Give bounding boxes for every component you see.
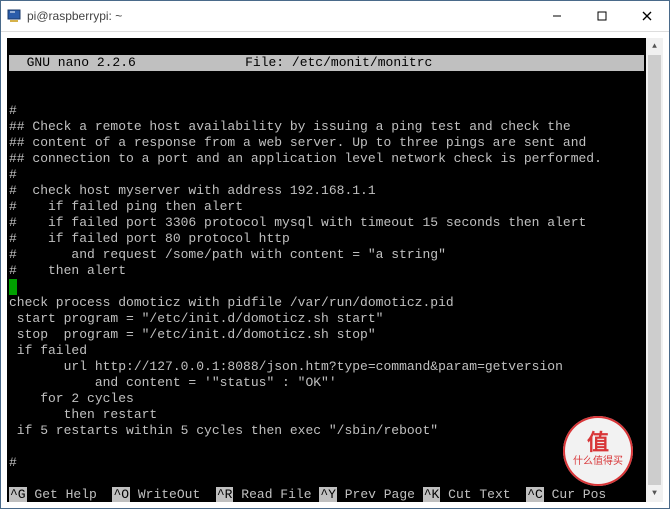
code-line: ## Check a remote host availability by i… — [9, 119, 571, 134]
watermark-small: 什么值得买 — [573, 454, 623, 470]
code-line: ## content of a response from a web serv… — [9, 135, 586, 150]
code-line: for 2 cycles — [9, 391, 134, 406]
close-button[interactable] — [624, 1, 669, 31]
shortcut-label: Get Help — [27, 487, 113, 502]
code-line: # and request /some/path with content = … — [9, 247, 446, 262]
shortcut-key: ^R — [216, 487, 234, 502]
nano-version: GNU nano 2.2.6 — [9, 55, 153, 71]
shortcut-label: Cut Text — [440, 487, 526, 502]
cursor — [9, 279, 17, 295]
terminal-window: pi@raspberrypi: ~ GNU nano 2.2.6 File: /… — [0, 0, 670, 509]
shortcut-label: Prev Page — [337, 487, 423, 502]
window-titlebar: pi@raspberrypi: ~ — [1, 1, 669, 32]
watermark-badge: 值 什么值得买 — [563, 416, 633, 486]
scroll-thumb[interactable] — [648, 55, 661, 485]
scroll-up-button[interactable]: ▲ — [646, 38, 663, 55]
nano-shortcuts: ^G Get Help ^O WriteOut ^R Read File ^Y … — [9, 487, 644, 502]
maximize-button[interactable] — [579, 1, 624, 31]
code-line: if 5 restarts within 5 cycles then exec … — [9, 423, 438, 438]
shortcut-key: ^G — [9, 487, 27, 502]
code-line: # if failed ping then alert — [9, 199, 243, 214]
terminal-area[interactable]: GNU nano 2.2.6 File: /etc/monit/monitrc … — [7, 38, 663, 502]
code-line: # — [9, 167, 17, 182]
shortcut-label: WriteOut — [130, 487, 216, 502]
shortcut-key: ^C — [526, 487, 544, 502]
shortcut-label: Read File — [233, 487, 319, 502]
putty-icon — [7, 9, 21, 23]
shortcut-key: ^Y — [319, 487, 337, 502]
shortcut-label: Cur Pos — [544, 487, 606, 502]
code-line: and content = '"status" : "OK"' — [9, 375, 337, 390]
nano-file-label: File: /etc/monit/monitrc — [153, 55, 644, 71]
code-line: if failed — [9, 343, 87, 358]
code-line: # if failed port 3306 protocol mysql wit… — [9, 215, 586, 230]
scroll-track[interactable] — [646, 55, 663, 485]
code-line: # — [9, 103, 17, 118]
scrollbar[interactable]: ▲ ▼ — [646, 38, 663, 502]
code-line: ## connection to a port and an applicati… — [9, 151, 602, 166]
watermark-big: 值 — [587, 432, 609, 454]
code-line: check process domoticz with pidfile /var… — [9, 295, 454, 310]
code-line: # — [9, 455, 17, 470]
nano-header: GNU nano 2.2.6 File: /etc/monit/monitrc — [9, 55, 644, 71]
terminal-content[interactable]: GNU nano 2.2.6 File: /etc/monit/monitrc … — [7, 38, 646, 502]
code-line: then restart — [9, 407, 157, 422]
code-line: start program = "/etc/init.d/domoticz.sh… — [9, 311, 383, 326]
minimize-button[interactable] — [534, 1, 579, 31]
code-line: # if failed port 80 protocol http — [9, 231, 290, 246]
scroll-down-button[interactable]: ▼ — [646, 485, 663, 502]
window-title: pi@raspberrypi: ~ — [27, 9, 122, 23]
shortcut-key: ^O — [112, 487, 130, 502]
code-line: # check host myserver with address 192.1… — [9, 183, 376, 198]
shortcut-key: ^K — [423, 487, 441, 502]
code-line: stop program = "/etc/init.d/domoticz.sh … — [9, 327, 376, 342]
code-line: url http://127.0.0.1:8088/json.htm?type=… — [9, 359, 563, 374]
code-line: # then alert — [9, 263, 126, 278]
